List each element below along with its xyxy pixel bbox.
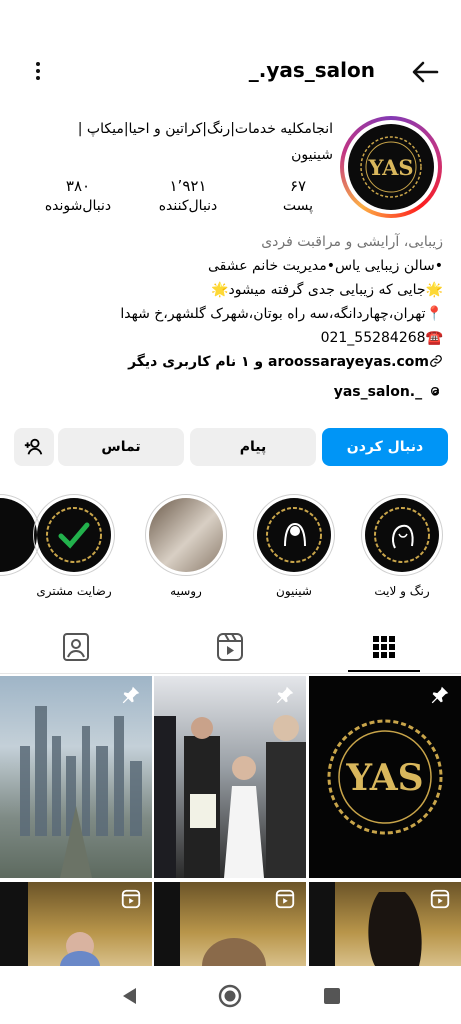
yas-logo: YAS [360,136,422,198]
highlight-item[interactable]: شینیون [252,494,336,598]
link-icon [430,355,442,367]
reel-icon [430,889,450,909]
profile-avatar[interactable]: YAS [340,116,442,218]
checkmark-icon [46,507,102,563]
profile-tabs [0,624,461,674]
stat-following[interactable]: ۳۸۰ دنبال‌شونده [43,176,113,220]
profile-link[interactable]: aroossarayeyas.com و ۱ نام کاربری دیگر [13,350,443,374]
pin-icon [276,686,294,704]
threads-link[interactable]: _.yas_salon [13,380,443,404]
bio-line: 🌟جایی که زیبایی جدی گرفته میشود🌟 [211,282,443,298]
highlight-item[interactable]: رضایت مشتری [32,494,116,598]
stat-followers[interactable]: ۱٬۹۲۱ دنبال‌کننده [153,176,223,220]
svg-text:YAS: YAS [345,757,423,799]
highlight-item[interactable]: رنگ و لایت [360,494,444,598]
city-skyline-image [20,706,142,878]
reels-tab-icon[interactable] [210,630,250,666]
username: _.yas_salon [248,58,375,82]
nav-home-icon[interactable] [218,984,242,1008]
reel-icon [275,889,295,909]
profile-category: زیبایی، آرایشی و مراقبت فردی [261,234,443,250]
tagged-tab-icon[interactable] [56,630,96,666]
reel-tile[interactable] [154,882,306,966]
yas-logo-image: YAS [327,719,443,835]
system-nav-bar [0,966,461,1024]
post-tile[interactable]: YAS [309,676,461,878]
highlight-item[interactable]: روسیه [144,494,228,598]
profile-stats: ۶۷ پست ۱٬۹۲۱ دنبال‌کننده ۳۸۰ دنبال‌شونده [43,176,333,220]
post-tile[interactable] [0,676,152,878]
svg-text:YAS: YAS [367,155,413,180]
profile-actions: دنبال کردن پیام تماس [14,428,448,468]
title-line-2: شینیون [291,147,333,163]
message-button[interactable]: پیام [190,428,316,466]
post-tile[interactable] [154,676,306,878]
nav-recents-icon[interactable] [320,984,344,1008]
title-line-1: انجامکلیه خدمات|رنگ|کراتین و احیا|میکاپ … [77,121,333,137]
nav-back-icon[interactable] [118,984,142,1008]
profile-bio: زیبایی، آرایشی و مراقبت فردی •سالن زیبای… [13,230,443,404]
pin-icon [431,686,449,704]
add-user-icon [24,438,43,455]
event-photo-image [154,715,306,878]
bio-line: 📍تهران،چهاردانگه،سه راه بوتان،شهرک گلشهر… [120,306,443,322]
bio-line: •سالن زیبایی یاس•مدیریت خانم عشقی [207,258,443,274]
hair-icon [374,507,430,563]
arrow-left-icon[interactable] [409,56,441,88]
active-tab-indicator [348,670,420,672]
follow-button[interactable]: دنبال کردن [322,428,448,466]
pin-icon [122,686,140,704]
bio-line: ☎️55284268_021 [320,330,443,346]
woman-silhouette-icon [266,507,322,563]
threads-icon [430,386,440,396]
profile-title: انجامکلیه خدمات|رنگ|کراتین و احیا|میکاپ … [33,116,333,168]
contact-button[interactable]: تماس [58,428,184,466]
reel-icon [121,889,141,909]
grid-tab-icon[interactable] [364,630,404,666]
profile-header: _.yas_salon [0,50,461,94]
add-user-button[interactable] [14,428,54,466]
more-options-icon[interactable] [26,60,50,86]
reel-tile[interactable] [309,882,461,966]
stat-posts[interactable]: ۶۷ پست [263,176,333,220]
reel-tile[interactable] [0,882,152,966]
